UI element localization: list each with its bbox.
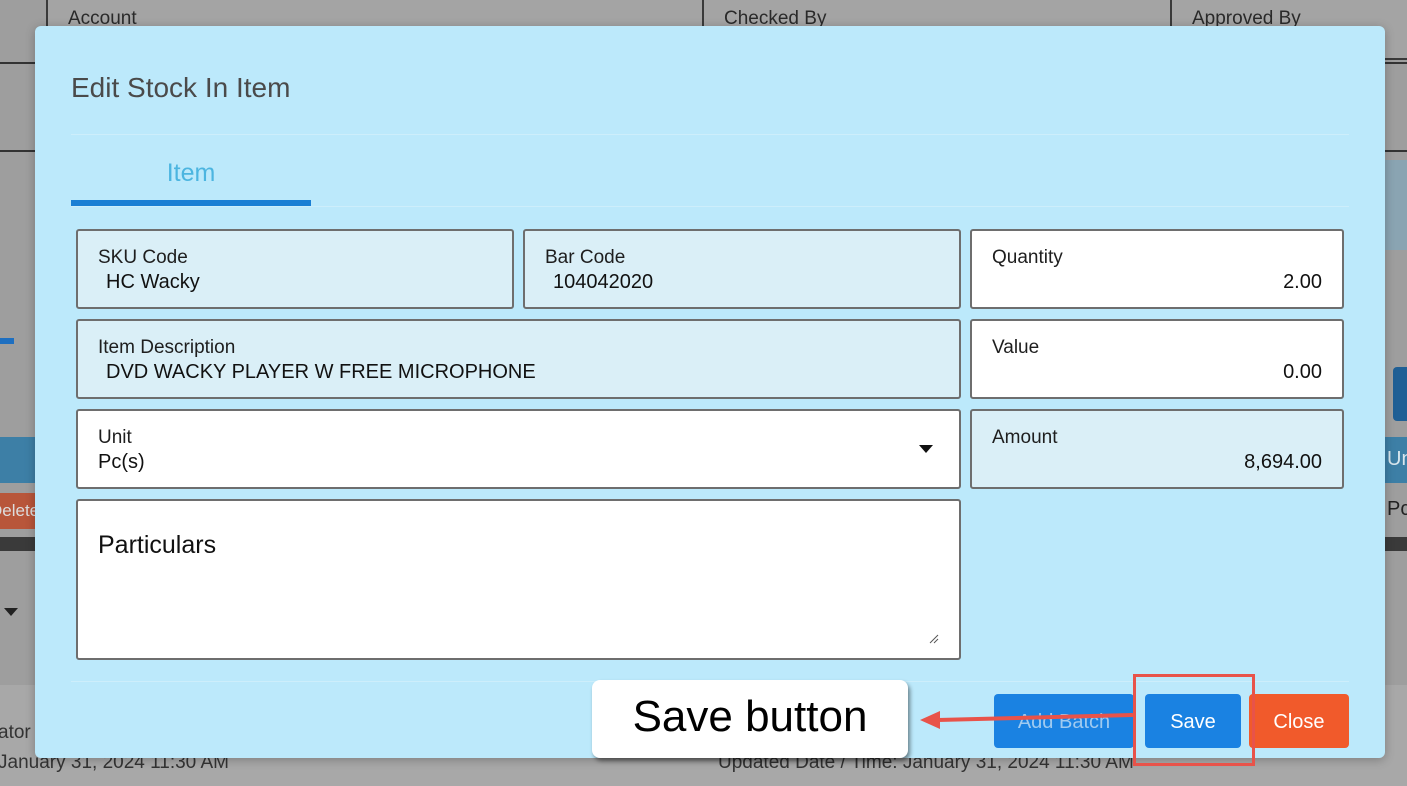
bg-delete-button: Delete	[0, 493, 40, 529]
amount-label: Amount	[992, 427, 1058, 448]
particulars-textarea[interactable]: Particulars	[76, 499, 961, 660]
bar-code-field: Bar Code 104042020	[523, 229, 961, 309]
particulars-label: Particulars	[98, 531, 217, 559]
bg-footer-prefix: ator	[0, 722, 31, 743]
save-button-highlight	[1133, 674, 1255, 766]
bar-code-value: 104042020	[553, 271, 654, 293]
resize-grip-icon[interactable]	[929, 634, 939, 644]
item-description-label: Item Description	[98, 337, 236, 358]
amount-value: 8,694.00	[1244, 451, 1322, 473]
bg-right-column	[1385, 160, 1407, 250]
bg-unit-value: Pc	[1387, 498, 1407, 520]
bg-chevron-down-icon	[4, 608, 18, 616]
value-label: Value	[992, 337, 1040, 358]
arrow-left-icon	[920, 711, 1134, 729]
item-description-value: DVD WACKY PLAYER W FREE MICROPHONE	[106, 361, 536, 383]
bg-divider	[1385, 150, 1407, 152]
tab-divider	[71, 206, 1349, 207]
item-description-field: Item Description DVD WACKY PLAYER W FREE…	[76, 319, 961, 399]
unit-select[interactable]: Unit Pc(s)	[76, 409, 961, 489]
amount-field: Amount 8,694.00	[970, 409, 1344, 489]
sku-code-value: HC Wacky	[106, 271, 200, 293]
callout-text: Save button	[632, 692, 868, 741]
quantity-field[interactable]: Quantity 2.00	[970, 229, 1344, 309]
unit-value[interactable]: Pc(s)	[98, 451, 145, 474]
quantity-value[interactable]: 2.00	[1283, 271, 1322, 294]
save-button-callout: Save button	[592, 680, 908, 758]
bg-divider	[0, 150, 40, 152]
value-value[interactable]: 0.00	[1283, 361, 1322, 384]
bar-code-label: Bar Code	[545, 247, 626, 268]
quantity-label: Quantity	[992, 247, 1063, 268]
modal-title: Edit Stock In Item	[71, 72, 291, 103]
unit-label: Unit	[98, 427, 132, 448]
bg-right-button	[1393, 367, 1407, 421]
sku-code-field: SKU Code HC Wacky	[76, 229, 514, 309]
bg-accent	[0, 338, 14, 344]
bg-divider	[1385, 62, 1407, 64]
chevron-down-icon[interactable]	[919, 445, 933, 453]
tab-item[interactable]: Item	[71, 148, 311, 204]
close-button[interactable]: Close	[1249, 694, 1349, 748]
value-field[interactable]: Value 0.00	[970, 319, 1344, 399]
bg-unit-header: Un	[1387, 448, 1407, 470]
edit-stock-in-modal: Edit Stock In Item Item SKU Code HC Wack…	[35, 26, 1385, 758]
title-divider	[71, 134, 1349, 135]
sku-code-label: SKU Code	[98, 247, 188, 268]
bg-divider	[0, 62, 40, 64]
